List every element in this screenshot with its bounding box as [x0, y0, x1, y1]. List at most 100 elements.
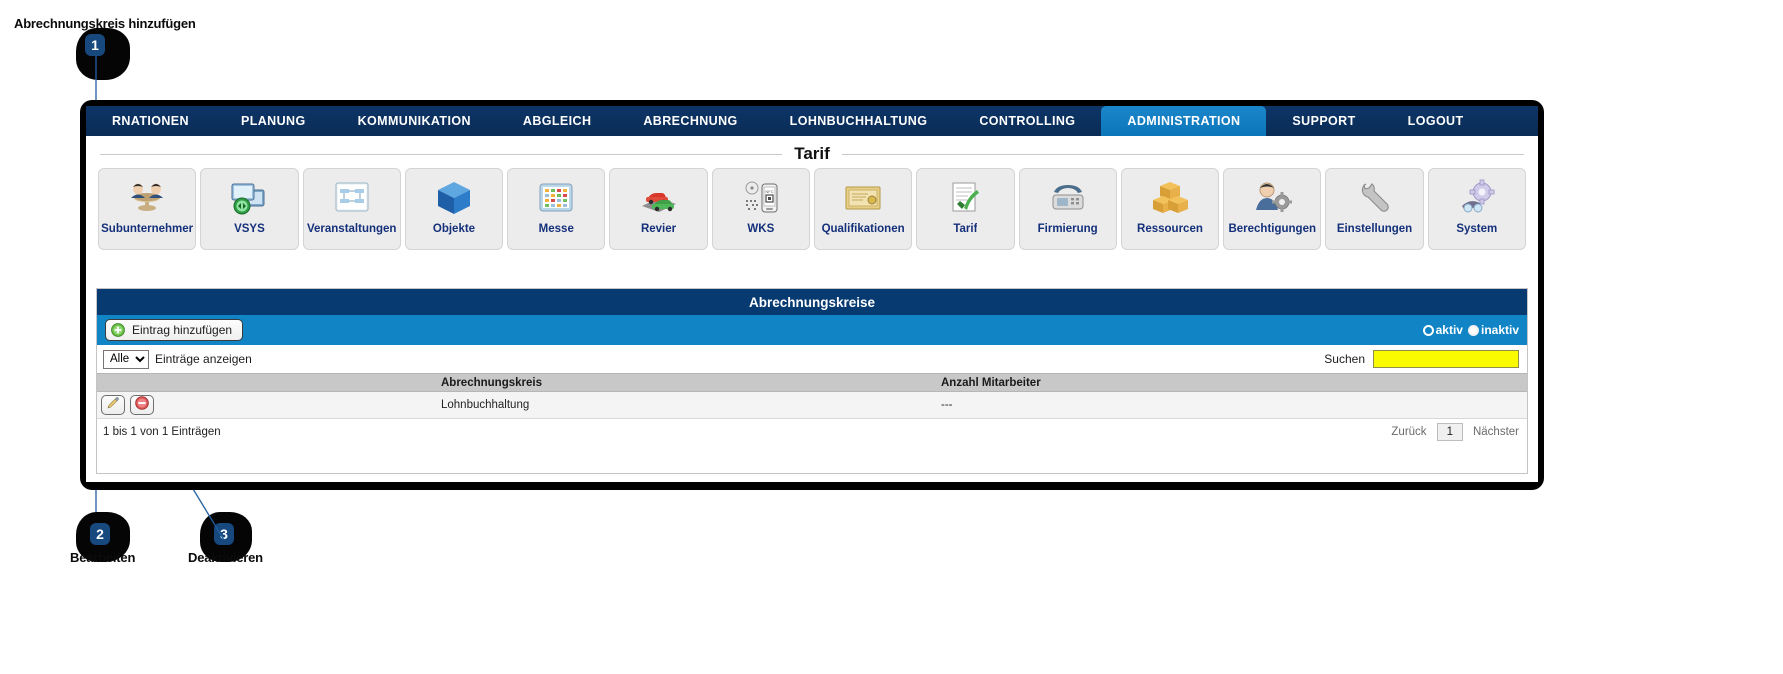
module-tile-messe[interactable]: Messe [507, 168, 606, 250]
people-table-icon [124, 176, 170, 220]
status-filter-inaktiv-label: inaktiv [1480, 323, 1519, 337]
table-footer: 1 bis 1 von 1 Einträgen Zurück 1 Nächste… [97, 417, 1527, 446]
nfc-phone-icon: NFC [738, 176, 784, 220]
telephone-icon [1045, 176, 1091, 220]
pagination-next-button[interactable]: Nächster [1473, 426, 1519, 438]
nav-item-lohnbuchhaltung[interactable]: LOHNBUCHHALTUNG [764, 106, 954, 136]
module-tile-label: Berechtigungen [1228, 223, 1316, 235]
panel-toolbar: Eintrag hinzufügen aktiv inaktiv [97, 315, 1527, 345]
nav-item-abgleich[interactable]: ABGLEICH [497, 106, 617, 136]
status-filter-inaktiv[interactable]: inaktiv [1467, 323, 1519, 337]
table-header-row: Abrechnungskreis Anzahl Mitarbeiter [97, 373, 1527, 392]
edit-row-button[interactable] [101, 394, 125, 415]
abrechnungskreise-table: Abrechnungskreis Anzahl Mitarbeiter Lohn… [97, 373, 1527, 418]
add-entry-button-label: Eintrag hinzufügen [132, 323, 233, 337]
module-tile-veranstaltungen[interactable]: Veranstaltungen [302, 168, 401, 250]
cell-anzahl-mitarbeiter: --- [937, 391, 1527, 418]
module-heading: Tarif [100, 142, 1525, 166]
radio-aktiv-icon[interactable] [1422, 324, 1434, 336]
wrench-icon [1352, 176, 1398, 220]
module-tile-label: WKS [747, 223, 775, 235]
module-tile-label: Firmierung [1037, 223, 1098, 235]
entries-label: Einträge anzeigen [155, 352, 252, 366]
module-tile-qualifikationen[interactable]: Qualifikationen [813, 168, 913, 250]
module-tile-label: Tarif [953, 223, 978, 235]
abrechnungskreise-panel: Abrechnungskreise Eintrag hinzufügen akt… [96, 288, 1528, 474]
gears-icon [1454, 176, 1500, 220]
add-entry-button[interactable]: Eintrag hinzufügen [105, 319, 244, 341]
module-tile-label: System [1456, 223, 1498, 235]
cell-abrechnungskreis: Lohnbuchhaltung [437, 391, 937, 418]
row-actions-cell [97, 391, 437, 418]
module-tile-label: Veranstaltungen [306, 223, 397, 235]
module-tile-objekte[interactable]: Objekte [404, 168, 504, 250]
pagination-page-1-button[interactable]: 1 [1436, 423, 1463, 441]
module-tile-subunternehmer[interactable]: Subunternehmer [98, 168, 197, 250]
column-header-abrechnungskreis[interactable]: Abrechnungskreis [437, 373, 937, 392]
module-tile-label: Revier [640, 223, 677, 235]
table-filter-row: Alle Einträge anzeigen Suchen [97, 345, 1527, 373]
module-tile-system[interactable]: System [1427, 168, 1526, 250]
module-tile-label: Einstellungen [1336, 223, 1413, 235]
nav-item-logout[interactable]: LOGOUT [1382, 106, 1490, 136]
plus-circle-icon [111, 323, 125, 337]
nav-item-abrechnung[interactable]: ABRECHNUNG [617, 106, 763, 136]
minus-circle-icon [135, 396, 149, 413]
module-tile-label: Objekte [432, 223, 476, 235]
module-tile-einstellungen[interactable]: Einstellungen [1325, 168, 1424, 250]
cars-icon [636, 176, 682, 220]
heading-rule-left [100, 153, 783, 155]
module-heading-text: Tarif [794, 144, 830, 163]
search-input[interactable] [1373, 350, 1519, 368]
deactivate-row-button[interactable] [130, 394, 154, 415]
monitors-sync-icon [226, 176, 272, 220]
nav-item-kommunikation[interactable]: KOMMUNIKATION [332, 106, 497, 136]
status-filter-aktiv[interactable]: aktiv [1422, 323, 1463, 337]
entries-per-page-select[interactable]: Alle [103, 349, 149, 369]
module-tile-label: Messe [538, 223, 574, 235]
annotation-label-2: Bearbeiten [70, 550, 136, 565]
calendar-icon [533, 176, 579, 220]
boxes-icon [1147, 176, 1193, 220]
pencil-icon [106, 396, 120, 413]
svg-text:NFC: NFC [765, 189, 773, 194]
radio-inaktiv-icon[interactable] [1467, 324, 1479, 336]
module-tile-vsys[interactable]: VSYS [200, 168, 299, 250]
document-check-icon [942, 176, 988, 220]
module-tile-ressourcen[interactable]: Ressourcen [1120, 168, 1220, 250]
pagination-controls: Zurück 1 Nächster [1391, 423, 1519, 441]
pagination-info: 1 bis 1 von 1 Einträgen [103, 426, 221, 438]
nav-item-informationen[interactable]: RNATIONEN [86, 106, 215, 136]
pagination-prev-button[interactable]: Zurück [1391, 426, 1426, 438]
status-filter-aktiv-label: aktiv [1435, 323, 1463, 337]
column-header-actions[interactable] [97, 373, 437, 392]
certificate-icon [840, 176, 886, 220]
status-filter-group: aktiv inaktiv [1422, 323, 1519, 337]
module-tile-firmierung[interactable]: Firmierung [1018, 168, 1117, 250]
module-tile-label: VSYS [234, 223, 265, 235]
module-tile-tarif[interactable]: Tarif [916, 168, 1015, 250]
annotation-badge-3: 3 [214, 523, 234, 545]
nav-item-administration[interactable]: ADMINISTRATION [1101, 106, 1267, 136]
application-window: RNATIONEN PLANUNG KOMMUNIKATION ABGLEICH… [80, 100, 1544, 490]
module-tile-wks[interactable]: NFC WKS [711, 168, 810, 250]
annotation-label-3: Deaktivieren [188, 550, 263, 565]
module-tile-berechtigungen[interactable]: Berechtigungen [1223, 168, 1322, 250]
heading-rule-right [841, 153, 1525, 155]
search-label: Suchen [1324, 352, 1365, 366]
blue-cube-icon [431, 176, 477, 220]
module-icon-strip: Subunternehmer VSYS Veranstaltungen Obje… [98, 168, 1526, 250]
module-tile-revier[interactable]: Revier [609, 168, 708, 250]
module-tile-label: Ressourcen [1137, 223, 1203, 235]
annotation-badge-1: 1 [85, 34, 105, 56]
nav-item-controlling[interactable]: CONTROLLING [953, 106, 1101, 136]
main-navigation: RNATIONEN PLANUNG KOMMUNIKATION ABGLEICH… [86, 106, 1538, 136]
table-row: Lohnbuchhaltung --- [97, 391, 1527, 418]
column-header-anzahl-mitarbeiter[interactable]: Anzahl Mitarbeiter [937, 373, 1527, 392]
user-gear-icon [1249, 176, 1295, 220]
flowchart-board-icon [329, 176, 375, 220]
panel-title: Abrechnungskreise [97, 289, 1527, 315]
nav-item-planung[interactable]: PLANUNG [215, 106, 332, 136]
annotation-badge-2: 2 [90, 523, 110, 545]
nav-item-support[interactable]: SUPPORT [1266, 106, 1381, 136]
